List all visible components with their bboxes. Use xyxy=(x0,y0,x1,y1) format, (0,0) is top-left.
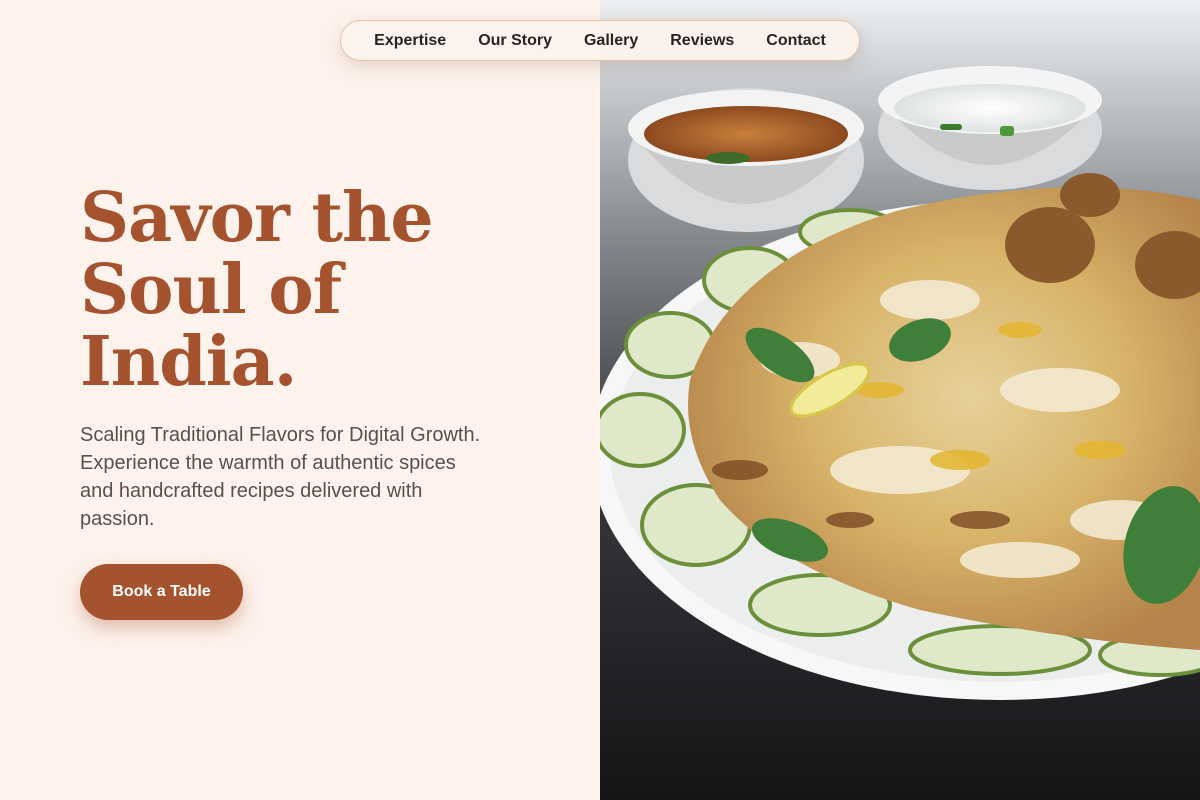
subtext-line-2: Experience the warmth of authentic spice… xyxy=(80,452,456,474)
biryani-plate-photo xyxy=(600,0,1200,800)
subtext-line-4: passion. xyxy=(80,508,155,530)
nav-gallery[interactable]: Gallery xyxy=(584,32,638,50)
nav-reviews[interactable]: Reviews xyxy=(670,32,734,50)
nav-contact[interactable]: Contact xyxy=(766,32,826,50)
subtext-line-1: Scaling Traditional Flavors for Digital … xyxy=(80,424,481,446)
headline-line-1: Savor the xyxy=(80,178,434,258)
headline-line-3: India. xyxy=(80,322,297,402)
nav-our-story[interactable]: Our Story xyxy=(478,32,552,50)
hero-food-image xyxy=(600,0,1200,800)
book-table-button[interactable]: Book a Table xyxy=(80,564,243,620)
headline-line-2: Soul of xyxy=(80,250,342,330)
hero-left-panel: Savor the Soul of India. Scaling Traditi… xyxy=(0,0,600,800)
subtext-line-3: and handcrafted recipes delivered with xyxy=(80,480,423,502)
hero-subtext: Scaling Traditional Flavors for Digital … xyxy=(80,421,520,533)
hero-headline: Savor the Soul of India. xyxy=(80,182,540,398)
top-navigation: Expertise Our Story Gallery Reviews Cont… xyxy=(340,20,860,61)
nav-expertise[interactable]: Expertise xyxy=(374,32,446,50)
